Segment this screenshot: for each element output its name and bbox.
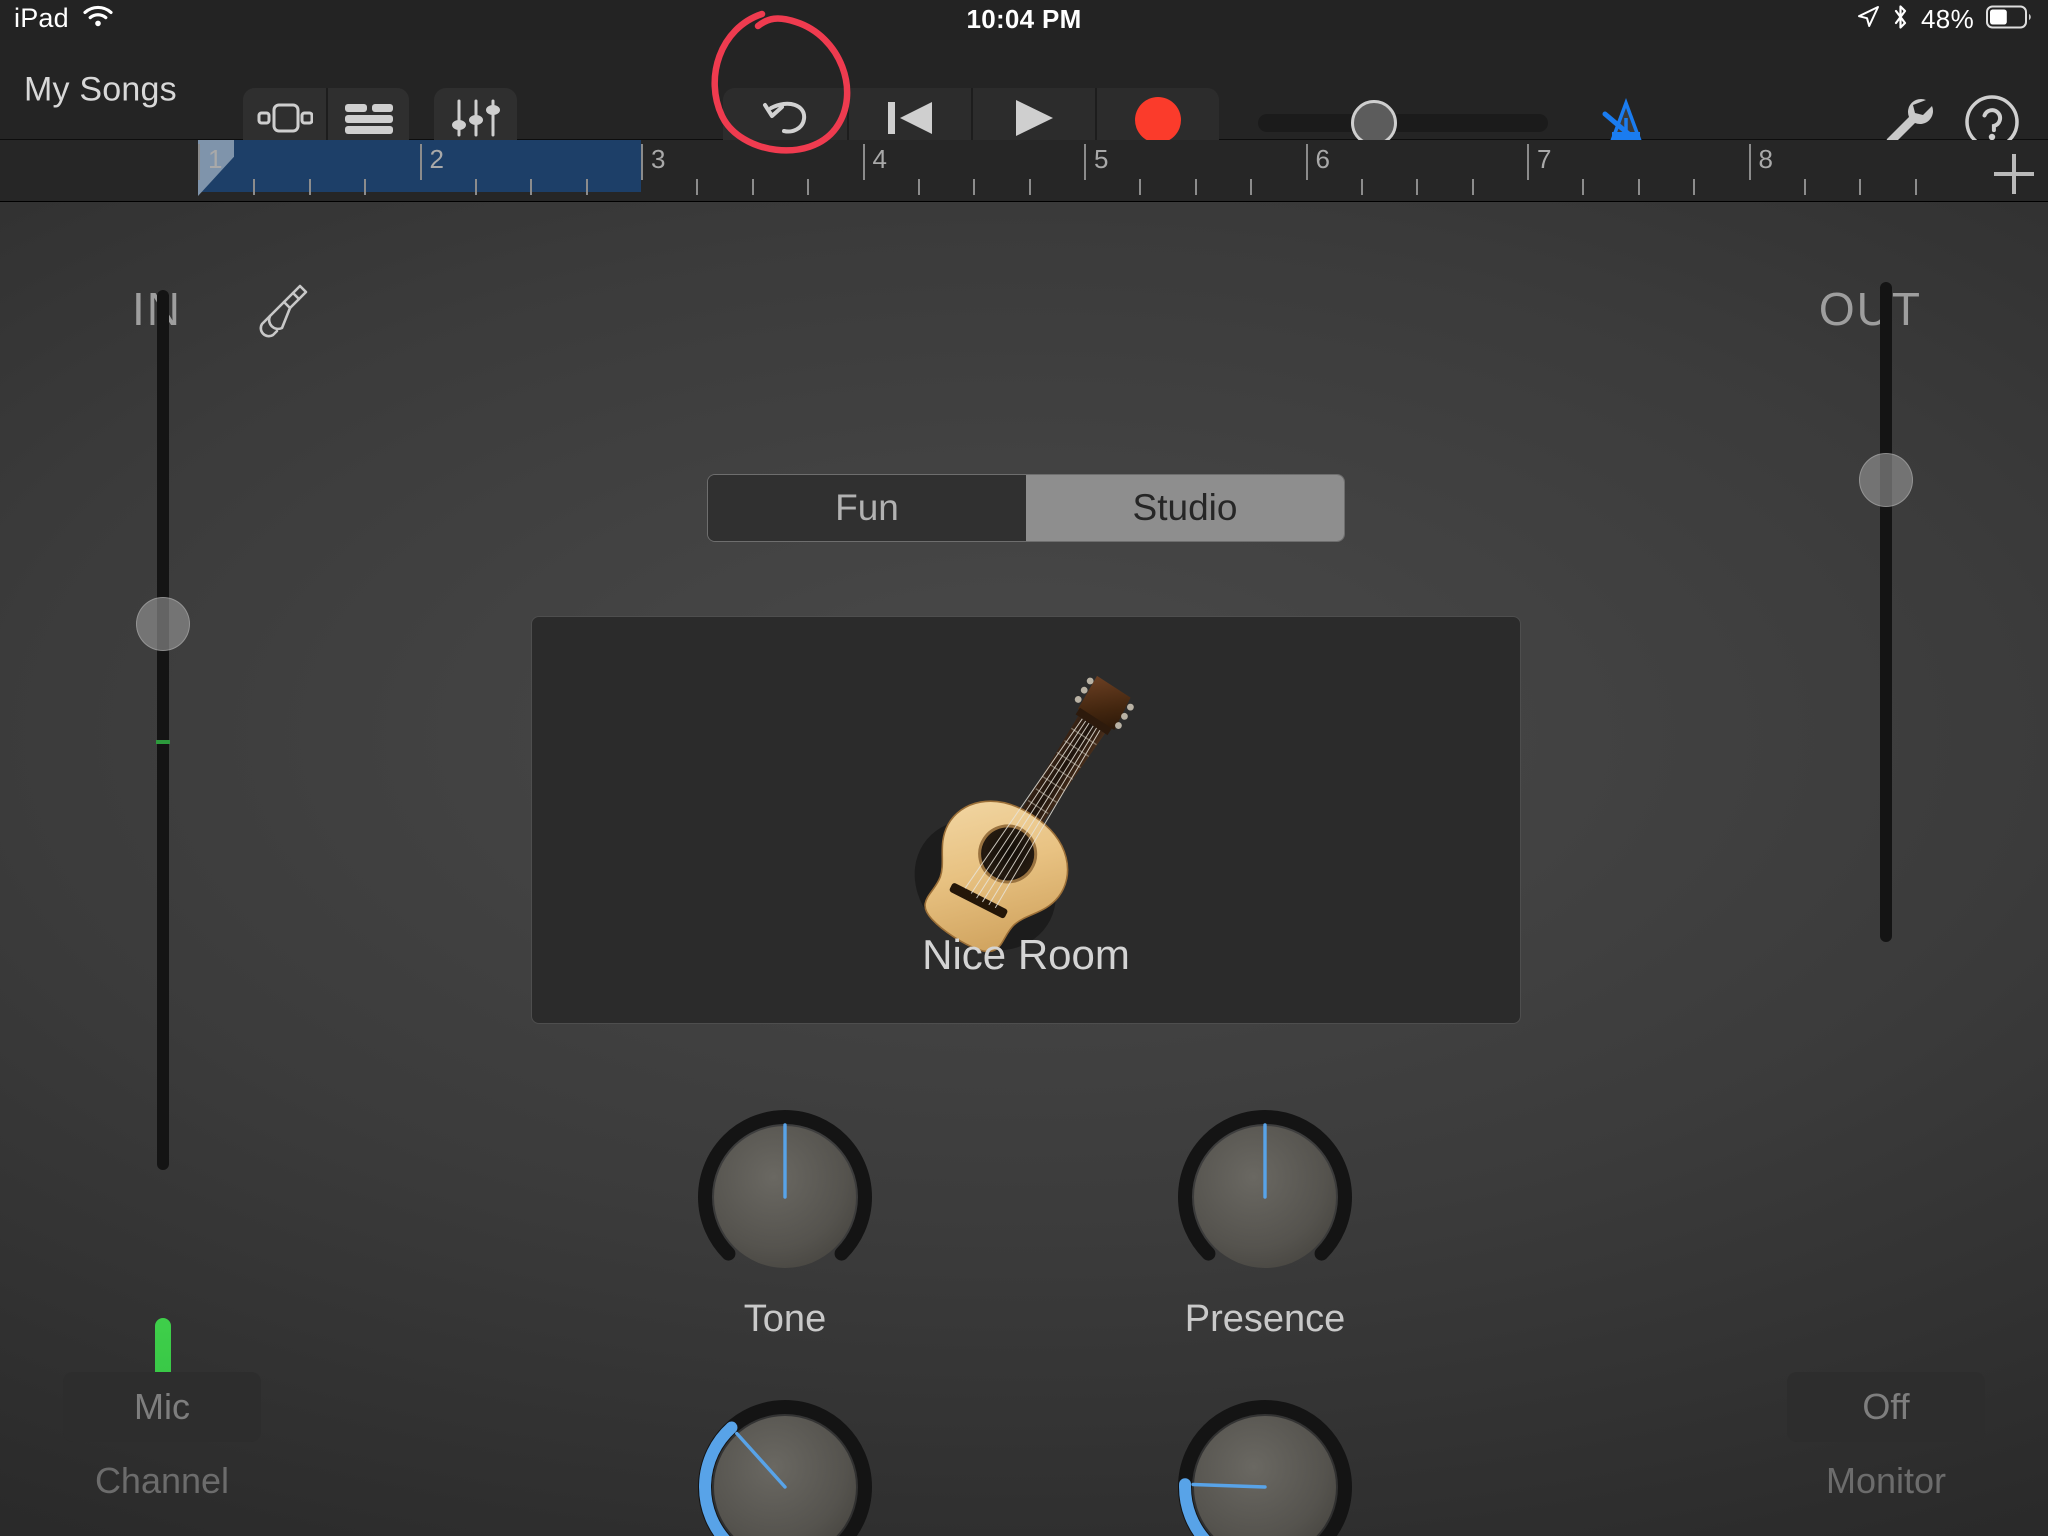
- monitor-caption: Monitor: [1825, 1460, 1947, 1501]
- battery-percent-label: 48%: [1921, 4, 1974, 34]
- timeline-ruler[interactable]: 1 2 3 4 5 6 7 8: [0, 140, 2048, 202]
- ruler-bar-number: 6: [1315, 144, 1330, 174]
- ruler-barline: [198, 144, 200, 180]
- ruler-tick: [364, 179, 367, 195]
- instrument-panel: IN OUT Fun Studio: [0, 202, 2048, 1536]
- ruler-bar-number: 4: [872, 144, 887, 174]
- ruler-barline: [1305, 144, 1308, 180]
- ruler-bar-number: 3: [651, 144, 666, 174]
- garageband-screen: iPad 10:04 PM 48% My Songs 1 2 3 4 5 6 7…: [0, 0, 2048, 1536]
- ruler-tick: [751, 179, 754, 195]
- ruler-tick: [1139, 179, 1142, 195]
- ruler-tick: [1416, 179, 1419, 195]
- guitar-jack-icon[interactable]: [244, 280, 312, 348]
- ruler-barline: [1748, 144, 1751, 180]
- ruler-bar-number: 2: [429, 144, 444, 174]
- rewind-to-start-icon: [886, 95, 934, 146]
- ruler-bar-number: 1: [208, 144, 223, 174]
- ruler-barline: [1527, 144, 1529, 180]
- tab-studio[interactable]: Studio: [1026, 475, 1344, 541]
- channel-caption: Channel: [94, 1460, 230, 1501]
- ruler-tick: [308, 179, 311, 195]
- ruler-barline: [1084, 144, 1086, 180]
- ruler-tick: [1637, 179, 1640, 195]
- ruler-tick: [474, 179, 477, 195]
- fx-sliders-icon: [451, 98, 500, 143]
- knob-presence-dial[interactable]: [1170, 1102, 1360, 1292]
- ruler-tick: [1859, 179, 1862, 195]
- knob-presence-label: Presence: [1184, 1298, 1346, 1340]
- bluetooth-icon: [1892, 4, 1909, 35]
- ruler-barline: [862, 144, 865, 180]
- input-meter-tick: [156, 740, 170, 744]
- ruler-tick: [253, 179, 256, 195]
- ruler-tick: [973, 179, 976, 195]
- monitor-button[interactable]: Off: [1787, 1372, 1985, 1442]
- knob-room: Room: [1170, 1392, 1360, 1536]
- preset-category-tabs: Fun Studio: [707, 474, 1345, 542]
- ruler-track[interactable]: 1 2 3 4 5 6 7 8: [198, 140, 2048, 202]
- record-icon: [1135, 97, 1181, 143]
- status-bar-right: 48%: [1856, 4, 2032, 35]
- track-view-icon: [257, 101, 313, 140]
- main-toolbar: My Songs: [0, 40, 2048, 152]
- knob-compressor: Compressor: [690, 1392, 880, 1536]
- preset-card[interactable]: Nice Room: [531, 616, 1521, 1024]
- tab-fun[interactable]: Fun: [708, 475, 1026, 541]
- knob-tone-label: Tone: [743, 1298, 827, 1340]
- undo-icon: [758, 95, 812, 146]
- input-fader-track[interactable]: [157, 290, 169, 1170]
- ruler-tick: [530, 179, 533, 195]
- location-arrow-icon: [1856, 5, 1880, 34]
- knob-room-dial[interactable]: [1170, 1392, 1360, 1536]
- ruler-tick: [1360, 179, 1363, 195]
- input-fader-thumb[interactable]: [136, 597, 190, 652]
- output-label: OUT: [1818, 283, 1922, 335]
- ruler-tick: [585, 179, 588, 195]
- knob-tone: Tone: [690, 1102, 880, 1340]
- ruler-bar-number: 8: [1758, 144, 1773, 174]
- ruler-bar-number: 7: [1537, 144, 1552, 174]
- ruler-tick: [1250, 179, 1253, 195]
- knob-presence: Presence: [1170, 1102, 1360, 1340]
- ruler-tick: [1582, 179, 1585, 195]
- knob-compressor-dial[interactable]: [690, 1392, 880, 1536]
- status-bar: iPad 10:04 PM 48%: [0, 0, 2048, 40]
- ruler-tick: [1803, 179, 1806, 195]
- preset-name-label: Nice Room: [922, 931, 1130, 978]
- ruler-tick: [1471, 179, 1474, 195]
- ruler-tick: [917, 179, 920, 195]
- my-songs-button[interactable]: My Songs: [24, 70, 177, 109]
- master-volume-slider[interactable]: [1258, 100, 1548, 146]
- ruler-tick: [1693, 179, 1696, 195]
- loop-browser-icon: [343, 101, 395, 140]
- output-fader-thumb[interactable]: [1859, 453, 1913, 507]
- ruler-barline: [641, 144, 643, 180]
- ruler-tick: [1028, 179, 1031, 195]
- ruler-tick: [1194, 179, 1197, 195]
- play-icon: [1011, 95, 1057, 146]
- output-fader-track[interactable]: [1880, 282, 1892, 942]
- ruler-barline: [419, 144, 422, 180]
- battery-icon: [1986, 5, 2032, 34]
- ruler-bar-number: 5: [1094, 144, 1109, 174]
- status-bar-clock: 10:04 PM: [966, 4, 1082, 34]
- knob-tone-dial[interactable]: [690, 1102, 880, 1292]
- channel-button[interactable]: Mic: [63, 1372, 261, 1442]
- ruler-tick: [807, 179, 810, 195]
- acoustic-guitar-icon: [846, 651, 1206, 966]
- add-section-button[interactable]: [1994, 154, 2034, 194]
- ruler-tick: [696, 179, 699, 195]
- ruler-tick: [1914, 179, 1917, 195]
